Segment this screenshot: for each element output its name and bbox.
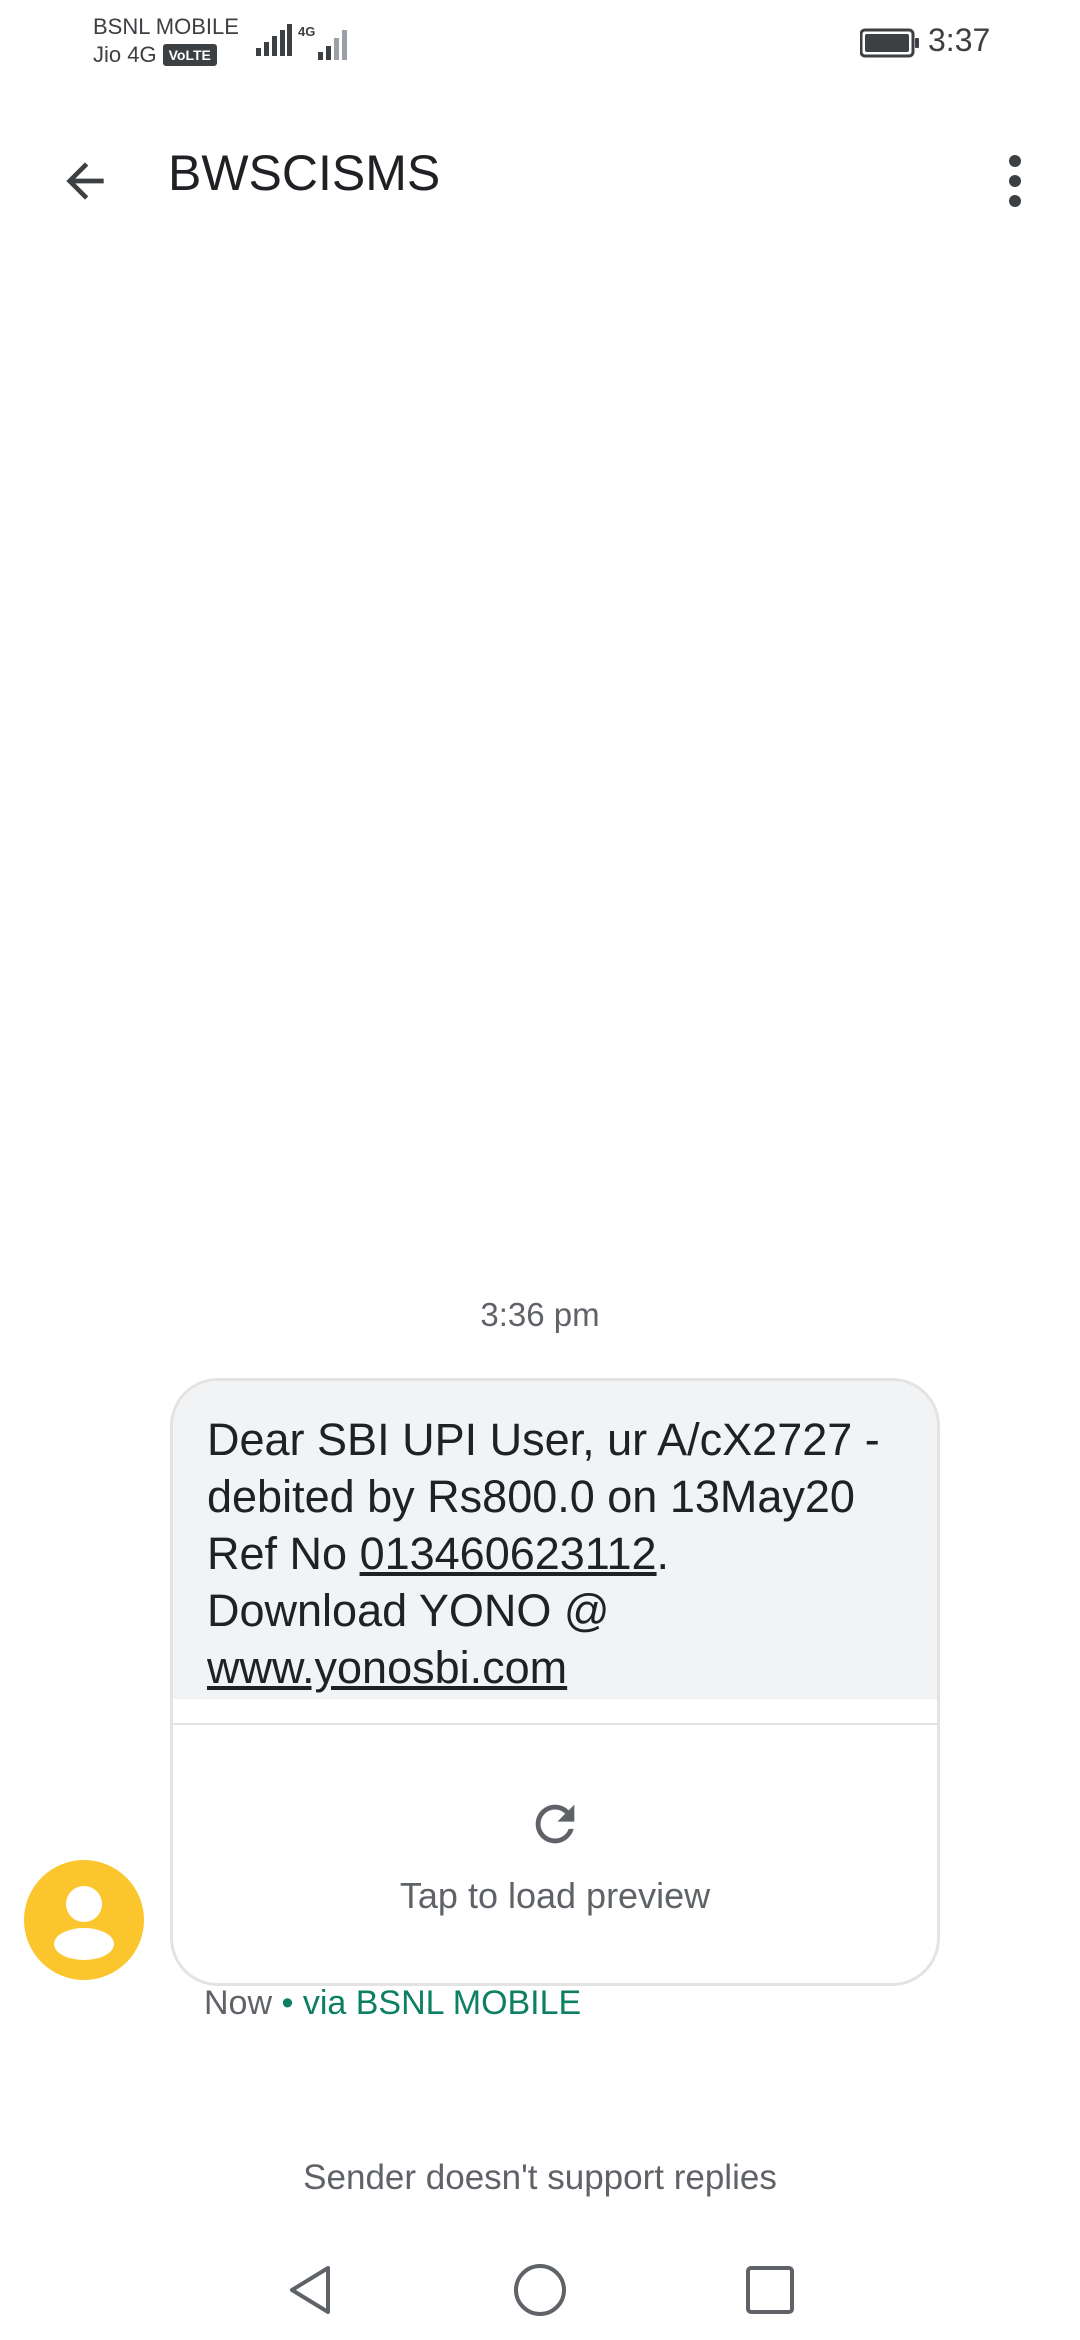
message-meta: Now • via BSNL MOBILE [204, 1984, 581, 2023]
meta-separator: • [272, 1984, 303, 2022]
refresh-icon [526, 1795, 584, 1858]
message-line: debited by Rs800.0 on 13May20 [207, 1471, 855, 1522]
back-button[interactable] [40, 136, 130, 226]
no-reply-notice: Sender doesn't support replies [303, 2158, 777, 2197]
more-options-button[interactable] [990, 136, 1040, 226]
signal-icon [256, 24, 292, 61]
message-line: Download YONO @ [207, 1585, 610, 1636]
carrier-secondary: Jio 4G [93, 42, 157, 67]
nav-back-icon [290, 2266, 330, 2314]
more-vert-icon [1009, 155, 1021, 207]
message-text: Dear SBI UPI User, ur A/cX2727 - debited… [173, 1381, 937, 1699]
message-line: Dear SBI UPI User, ur A/cX2727 - [207, 1414, 880, 1465]
arrow-back-icon [66, 162, 104, 200]
app-bar: BWSCISMS [0, 110, 1080, 230]
conversation-title: BWSCISMS [168, 145, 441, 201]
message-line: Ref No 013460623112. [207, 1525, 903, 1582]
message-timestamp: 3:36 pm [480, 1296, 600, 1333]
status-time: 3:37 [928, 22, 991, 58]
avatar[interactable] [24, 1860, 144, 1980]
ref-suffix: . [656, 1528, 670, 1579]
carrier-primary: BSNL MOBILE [93, 14, 239, 39]
carrier-secondary-row: Jio 4G VoLTE [93, 41, 239, 69]
nav-home-button[interactable] [500, 2250, 580, 2330]
carrier-info: BSNL MOBILE Jio 4G VoLTE [93, 13, 239, 69]
messages-screen: BSNL MOBILE Jio 4G VoLTE 4G 3:37 BWSCISM… [0, 0, 1080, 2340]
nav-back-button[interactable] [270, 2250, 350, 2330]
ref-prefix: Ref No [207, 1528, 360, 1579]
link-preview[interactable]: Tap to load preview [173, 1723, 937, 1983]
navigation-bar [0, 2236, 1080, 2340]
meta-via: via BSNL MOBILE [302, 1984, 582, 2022]
nav-recents-icon [746, 2266, 794, 2314]
preview-label: Tap to load preview [399, 1875, 711, 1916]
person-icon [54, 1886, 114, 1960]
volte-badge: VoLTE [162, 44, 217, 66]
network-type-label: 4G [298, 24, 315, 39]
meta-time: Now [204, 1984, 273, 2022]
status-bar: BSNL MOBILE Jio 4G VoLTE 4G 3:37 [0, 0, 1080, 84]
nav-home-icon [514, 2264, 566, 2316]
battery-icon [859, 28, 920, 63]
nav-recents-button[interactable] [730, 2250, 810, 2330]
signal-4g-icon: 4G [298, 24, 350, 65]
message-bubble[interactable]: Dear SBI UPI User, ur A/cX2727 - debited… [170, 1378, 940, 1986]
url-link[interactable]: www.yonosbi.com [207, 1642, 567, 1693]
ref-number-link[interactable]: 013460623112 [360, 1528, 657, 1579]
